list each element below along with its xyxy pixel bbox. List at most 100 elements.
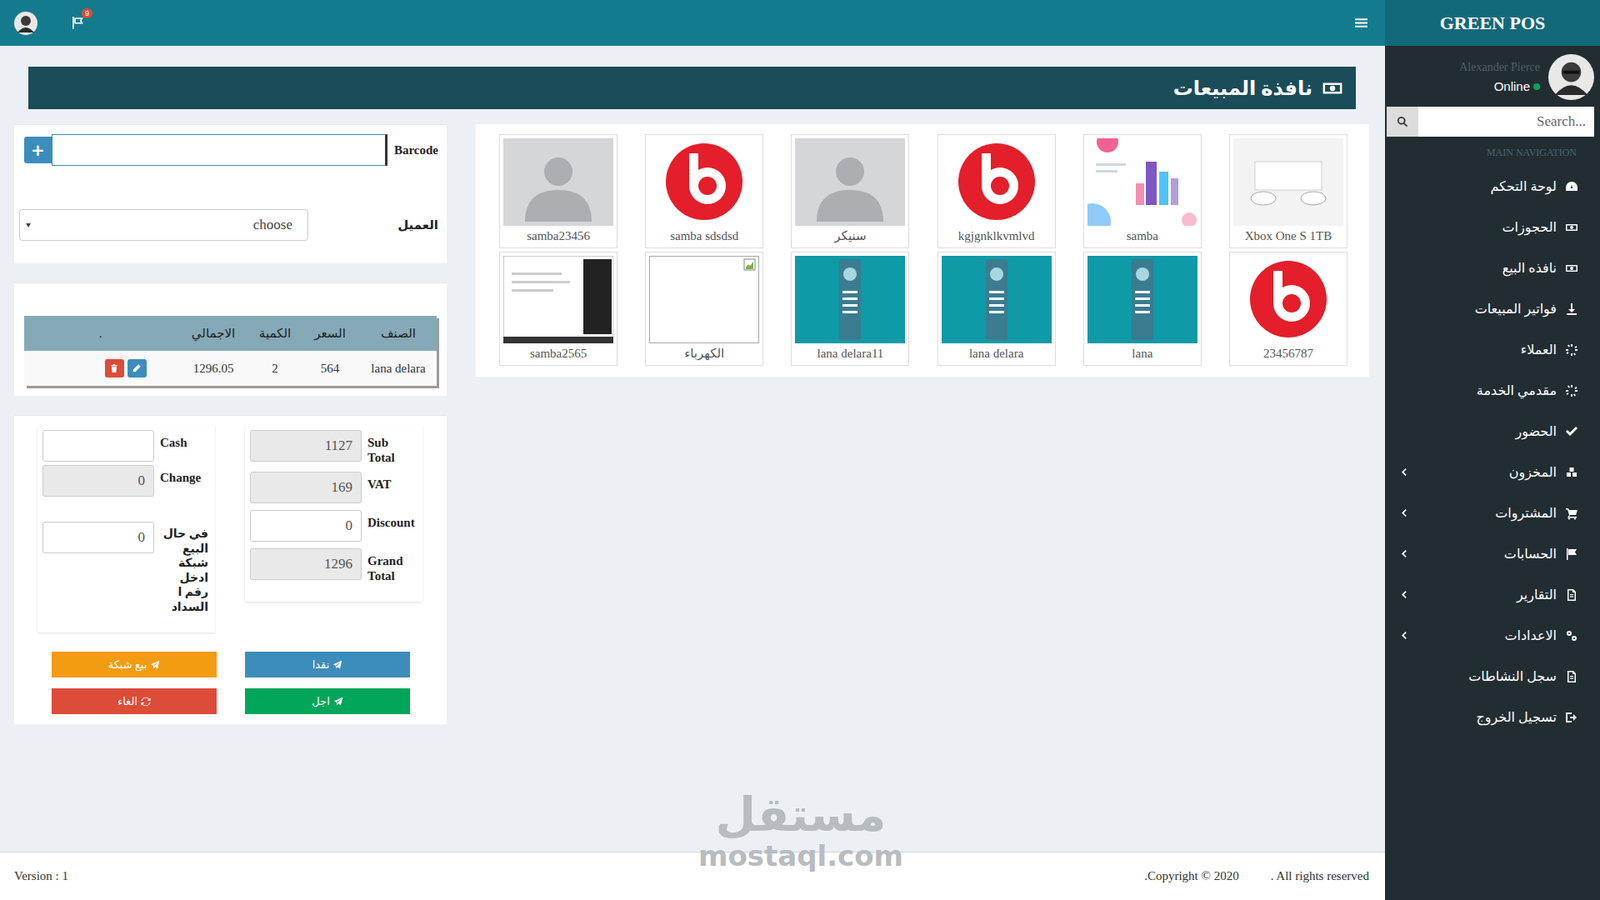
- product-name: lana delara: [969, 343, 1024, 364]
- product-name: lana: [1131, 343, 1153, 364]
- table-row: lana delara56421296.05: [24, 350, 437, 386]
- sidebar-item[interactable]: الحضور: [1385, 410, 1600, 452]
- payment-box: CashChangeفي حال البيع شبكة ادخل رقم ا ا…: [37, 425, 215, 633]
- product-card[interactable]: Xbox One S 1TB: [1229, 134, 1348, 249]
- product-card[interactable]: samba2565: [499, 251, 618, 366]
- search-input[interactable]: [1418, 106, 1595, 137]
- summary-input[interactable]: [250, 510, 362, 542]
- table-header: الصنفالسعرالكميةالاجمالي.: [24, 315, 437, 351]
- product-logo-icon: [941, 138, 1052, 226]
- product-card[interactable]: 23456787: [1229, 251, 1348, 366]
- summary-label: VAT: [367, 471, 416, 492]
- row-actions: [24, 350, 177, 386]
- barcode-row: +Barcode: [24, 134, 439, 166]
- product-name: 23456787: [1263, 343, 1314, 364]
- nav-icon: [1565, 180, 1579, 194]
- product-name: samba2565: [530, 343, 587, 364]
- delete-button[interactable]: [105, 359, 125, 378]
- product-name: samba23456: [526, 225, 590, 246]
- product-card[interactable]: lana delara11: [790, 251, 910, 366]
- column-header: الكمية: [250, 315, 300, 351]
- product-card[interactable]: samba: [1083, 134, 1202, 249]
- order-column: +Barcodechooseالعميلالصنفالسعرالكميةالاج…: [14, 124, 447, 725]
- sidebar-item[interactable]: الحجوزات: [1385, 206, 1600, 248]
- column-header: السعر: [300, 315, 360, 351]
- nav-icon: [1565, 220, 1579, 235]
- sidebar-item[interactable]: التقارير: [1385, 574, 1600, 615]
- menu-icon[interactable]: [1354, 15, 1369, 30]
- summary-row: Sub Total: [250, 430, 418, 465]
- summary-label: Sub Total: [367, 430, 416, 465]
- product-logo-icon: [1233, 255, 1344, 344]
- sidebar: GREEN POSAlexander PierceOnline MAIN NAV…: [1385, 0, 1600, 900]
- sidebar-item[interactable]: تسجيل الخروج: [1385, 696, 1600, 738]
- chevron-icon: [1398, 507, 1410, 519]
- nav-icon: [1565, 670, 1579, 684]
- product-card[interactable]: الكهرباء: [645, 251, 764, 366]
- sidebar-search: [1386, 106, 1595, 137]
- sidebar-item[interactable]: المشتروات: [1385, 492, 1600, 534]
- payment-input[interactable]: [42, 521, 155, 554]
- payment-input: [42, 465, 155, 497]
- summary-box: Sub TotalVATDiscountGrand Total: [245, 425, 423, 602]
- product-placeholder-icon: [795, 138, 905, 226]
- sidebar-item[interactable]: سجل النشاطات: [1385, 655, 1600, 697]
- product-card[interactable]: lana: [1083, 251, 1202, 366]
- sidebar-item[interactable]: مقدمي الخدمة: [1385, 370, 1600, 411]
- action-button[interactable]: الغاء: [51, 688, 217, 715]
- totals-panel: CashChangeفي حال البيع شبكة ادخل رقم ا ا…: [14, 415, 447, 725]
- search-button[interactable]: [1386, 106, 1419, 137]
- product-screenshot-icon: [503, 255, 614, 344]
- product-card[interactable]: samba sdsdsd: [645, 134, 764, 249]
- search-icon: [1396, 115, 1409, 128]
- barcode-input[interactable]: [51, 134, 388, 166]
- sidebar-item[interactable]: نافذه البيع: [1385, 247, 1600, 289]
- sidebar-item[interactable]: الاعدادات: [1385, 615, 1600, 656]
- action-button[interactable]: بيع شبكة: [51, 651, 217, 678]
- product-card[interactable]: samba23456: [499, 134, 618, 249]
- brand[interactable]: GREEN POS: [1385, 0, 1600, 46]
- column-header: الاجمالي: [176, 315, 250, 351]
- trash-icon: [109, 363, 120, 374]
- edit-button[interactable]: [127, 359, 147, 378]
- user-status: Online: [1494, 79, 1540, 94]
- footer: Version : 1.Copyright © 2020. All rights…: [0, 851, 1385, 900]
- column-header: .: [24, 315, 177, 351]
- notifications-button[interactable]: 9: [70, 15, 85, 30]
- products-panel: Xbox One S 1TBsamba kgjgnklkvmlvd سنيكر sam…: [475, 124, 1370, 377]
- sidebar-item[interactable]: الحسابات: [1385, 533, 1600, 575]
- product-logo-icon: [649, 138, 760, 226]
- product-name: lana delara11: [817, 343, 885, 364]
- sidebar-item[interactable]: لوحة التحكم: [1385, 165, 1600, 207]
- input-panel: +Barcodechooseالعميل: [14, 124, 447, 264]
- product-app-icon: [941, 255, 1052, 344]
- payment-row: Cash: [42, 430, 210, 462]
- watermark: مستقلmostaql.com: [698, 791, 904, 870]
- product-card[interactable]: lana delara: [937, 251, 1056, 366]
- sidebar-item[interactable]: المخزون: [1385, 451, 1600, 493]
- action-button[interactable]: اجل: [245, 688, 410, 715]
- product-name: samba sdsdsd: [670, 225, 739, 246]
- page-title: نافذة المبيعات: [1173, 76, 1313, 100]
- customer-select[interactable]: choose: [19, 209, 309, 241]
- product-name: kgjgnklkvmlvd: [958, 225, 1035, 246]
- add-button[interactable]: +: [24, 136, 52, 164]
- customer-value: choose: [253, 216, 293, 234]
- sidebar-item[interactable]: العملاء: [1385, 329, 1600, 370]
- table-cell: 564: [300, 350, 360, 386]
- product-card[interactable]: سنيكر: [790, 134, 910, 249]
- paper-plane-icon: [332, 660, 343, 670]
- nav-icon: [1565, 261, 1579, 275]
- version: Version : 1: [14, 869, 69, 884]
- nav-icon: [1565, 465, 1579, 480]
- payment-input[interactable]: [42, 430, 155, 462]
- chevron-icon: [1398, 548, 1410, 560]
- user-avatar-icon[interactable]: [14, 11, 38, 35]
- action-button[interactable]: نقدا: [245, 651, 410, 678]
- cart-table: الصنفالسعرالكميةالاجمالي.lana delara5642…: [24, 315, 437, 386]
- status-dot: [1533, 83, 1540, 90]
- product-card[interactable]: kgjgnklkvmlvd: [937, 134, 1056, 249]
- sales-layout: +Barcodechooseالعميلالصنفالسعرالكميةالاج…: [0, 109, 1385, 725]
- sidebar-item[interactable]: فواتير المبيعات: [1385, 288, 1600, 330]
- table-cell: 1296.05: [176, 350, 250, 386]
